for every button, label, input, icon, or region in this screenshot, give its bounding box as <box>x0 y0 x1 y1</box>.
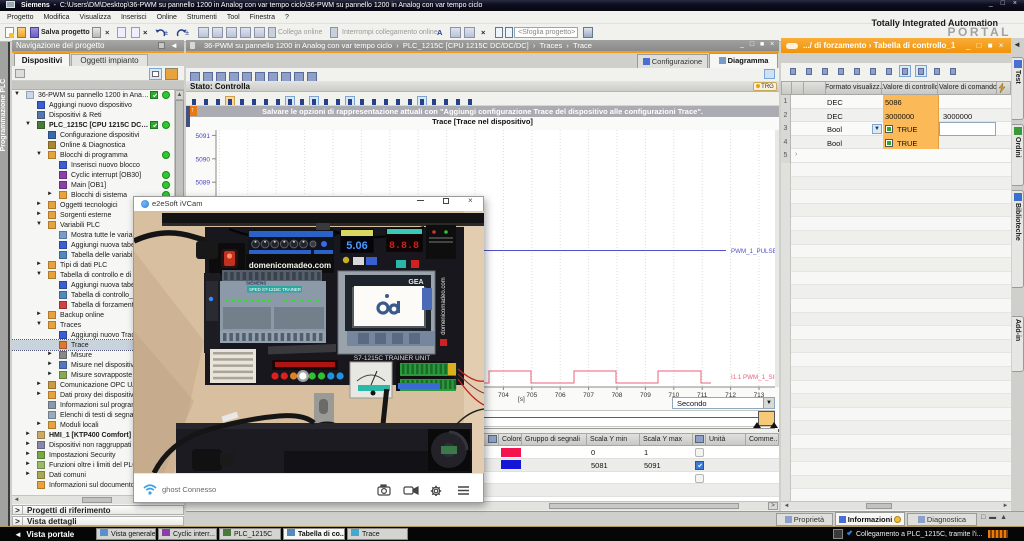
svg-text:I1.1 PWM_1_SIM: I1.1 PWM_1_SIM <box>731 374 779 381</box>
svg-text:5090: 5090 <box>196 156 211 163</box>
svg-text:[s]: [s] <box>518 396 525 403</box>
svg-text:PWM_1_PULSE: PWM_1_PULSE <box>731 248 777 255</box>
svg-text:708: 708 <box>612 392 623 399</box>
svg-text:707: 707 <box>583 392 594 399</box>
svg-text:domenicomadeo.com: domenicomadeo.com <box>441 277 447 334</box>
svg-text:SIEMENS: SIEMENS <box>246 281 266 286</box>
svg-text:5.06: 5.06 <box>346 240 367 252</box>
svg-text:706: 706 <box>555 392 566 399</box>
svg-text:SPED ST-1215C TRAINER: SPED ST-1215C TRAINER <box>249 287 302 292</box>
svg-text:5091: 5091 <box>196 133 211 140</box>
svg-text:705: 705 <box>526 392 537 399</box>
svg-text:domenicomadeo.com: domenicomadeo.com <box>249 261 331 270</box>
svg-text:704: 704 <box>498 392 509 399</box>
svg-text:GEA: GEA <box>408 279 423 286</box>
svg-text:8.8.8: 8.8.8 <box>389 241 419 252</box>
svg-text:5089: 5089 <box>196 180 211 187</box>
svg-text:S7-1215C TRAINER UNIT: S7-1215C TRAINER UNIT <box>354 355 430 362</box>
svg-text:709: 709 <box>640 392 651 399</box>
